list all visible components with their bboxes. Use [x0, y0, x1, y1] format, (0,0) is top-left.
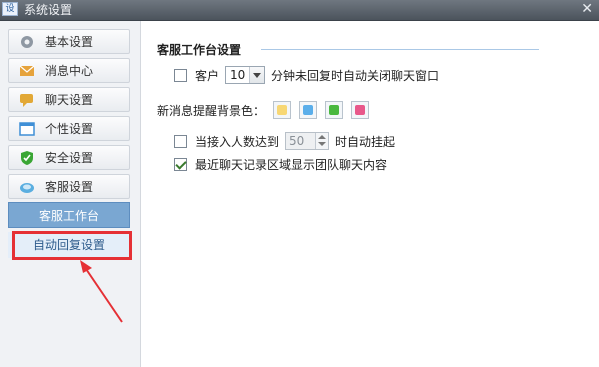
auto-hangup-checkbox[interactable] — [174, 134, 187, 148]
auto-close-row: 客户 10 分钟未回复时自动关闭聊天窗口 — [174, 65, 439, 85]
window-panel-icon — [19, 122, 35, 136]
window-title: 系统设置 — [24, 3, 73, 17]
section-divider — [261, 49, 539, 50]
auto-close-suffix: 分钟未回复时自动关闭聊天窗口 — [271, 68, 440, 83]
color-swatch-blue[interactable] — [299, 101, 318, 119]
sidebar-item-label: 消息中心 — [45, 64, 94, 78]
minutes-select[interactable]: 10 — [225, 66, 266, 84]
swatch-fill — [303, 105, 314, 115]
sidebar-item-security[interactable]: 安全设置 — [8, 145, 130, 170]
sidebar-subitem-label: 客服工作台 — [38, 209, 99, 223]
title-bar: 设 系统设置 ✕ — [0, 0, 599, 21]
sidebar-item-basic[interactable]: 基本设置 — [8, 29, 130, 54]
sidebar-item-label: 安全设置 — [45, 151, 94, 165]
color-swatch-pink[interactable] — [351, 101, 370, 119]
swatch-fill — [355, 105, 366, 115]
auto-hangup-prefix: 当接入人数达到 — [195, 134, 280, 149]
shield-icon — [21, 151, 33, 165]
envelope-icon — [19, 65, 35, 76]
bg-color-label: 新消息提醒背景色： — [157, 103, 266, 118]
auto-close-checkbox[interactable] — [174, 68, 187, 82]
hangup-count-stepper[interactable]: 50 — [285, 132, 330, 150]
sidebar-item-label: 个性设置 — [45, 122, 94, 136]
hangup-count-value: 50 — [289, 134, 305, 148]
chevron-down-icon[interactable] — [249, 67, 265, 83]
sidebar-item-label: 客服设置 — [45, 180, 94, 194]
annotation-arrow — [80, 260, 123, 323]
stepper-down-icon[interactable] — [318, 142, 327, 146]
color-swatch-yellow[interactable] — [273, 101, 292, 119]
swatch-fill — [329, 105, 340, 115]
color-swatch-green[interactable] — [325, 101, 344, 119]
section-title: 客服工作台设置 — [157, 43, 242, 57]
chat-bubble-icon — [20, 94, 33, 107]
sidebar-item-messages[interactable]: 消息中心 — [8, 58, 130, 83]
bg-color-row: 新消息提醒背景色： — [157, 100, 370, 120]
close-icon[interactable]: ✕ — [581, 1, 593, 17]
sidebar-subitem-cs-workbench[interactable]: 客服工作台 — [8, 202, 130, 228]
auto-hangup-suffix: 时自动挂起 — [335, 134, 396, 149]
sidebar-item-label: 聊天设置 — [45, 93, 94, 107]
settings-content: 客服工作台设置 客户 10 分钟未回复时自动关闭聊天窗口 新消息提醒背景色： 当… — [141, 21, 599, 367]
auto-close-prefix: 客户 — [195, 68, 220, 83]
headset-icon — [20, 183, 34, 193]
swatch-fill — [277, 105, 288, 115]
team-chat-label: 最近聊天记录区域显示团队聊天内容 — [195, 157, 388, 172]
auto-hangup-row: 当接入人数达到 50 时自动挂起 — [174, 131, 395, 151]
window-icon: 设 — [2, 2, 18, 16]
sidebar-item-chat[interactable]: 聊天设置 — [8, 87, 130, 112]
gear-icon — [21, 36, 33, 48]
sidebar-item-personal[interactable]: 个性设置 — [8, 116, 130, 141]
stepper-buttons — [315, 133, 329, 149]
sidebar-item-customer-service[interactable]: 客服设置 — [8, 174, 130, 199]
team-chat-row: 最近聊天记录区域显示团队聊天内容 — [174, 154, 387, 174]
minutes-value: 10 — [230, 68, 246, 82]
sidebar-item-label: 基本设置 — [45, 35, 94, 49]
stepper-up-icon[interactable] — [318, 135, 327, 139]
team-chat-checkbox[interactable] — [174, 157, 187, 171]
